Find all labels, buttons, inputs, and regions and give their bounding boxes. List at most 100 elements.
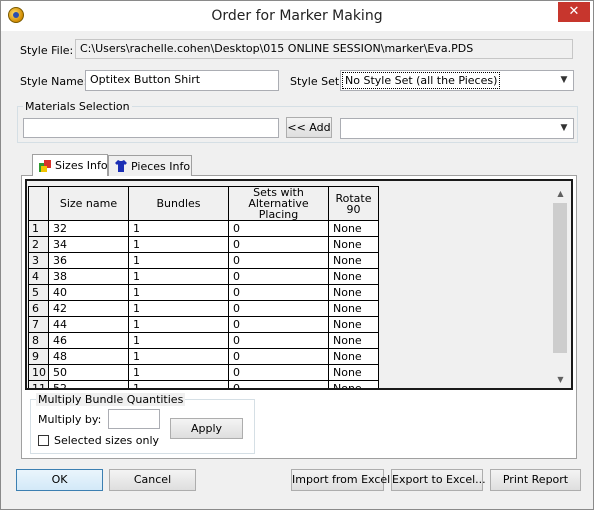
rotate-90-header[interactable]: Rotate 90 <box>328 186 379 221</box>
rotate-90-cell[interactable]: None <box>328 284 379 301</box>
size-name-cell[interactable]: 46 <box>48 332 129 349</box>
sets-alternative-placing-cell[interactable]: 0 <box>228 236 329 253</box>
close-button[interactable]: ✕ <box>558 2 590 22</box>
bundles-cell[interactable]: 1 <box>128 268 229 285</box>
materials-select[interactable]: ▼ <box>340 118 574 139</box>
style-set-label: Style Set: <box>290 75 343 88</box>
rotate-90-cell[interactable]: None <box>328 348 379 365</box>
sizes-grid: Size name Bundles Sets with Alternative … <box>28 186 379 388</box>
multiply-by-input[interactable] <box>108 409 160 429</box>
row-number-cell[interactable]: 4 <box>28 268 49 285</box>
tab-pieces-info[interactable]: Pieces Info <box>108 155 192 176</box>
bundles-cell[interactable]: 1 <box>128 284 229 301</box>
row-number-cell[interactable]: 11 <box>28 380 49 388</box>
sets-alternative-placing-cell[interactable]: 0 <box>228 348 329 365</box>
bundles-cell[interactable]: 1 <box>128 252 229 269</box>
rotate-90-cell[interactable]: None <box>328 236 379 253</box>
rotate-90-cell[interactable]: None <box>328 380 379 388</box>
size-name-cell[interactable]: 34 <box>48 236 129 253</box>
ok-button[interactable]: OK <box>16 469 103 491</box>
style-name-label: Style Name: <box>20 75 88 88</box>
bundles-cell[interactable]: 1 <box>128 236 229 253</box>
grid-vertical-scrollbar[interactable]: ▲ ▼ <box>552 186 569 388</box>
bundles-cell[interactable]: 1 <box>128 332 229 349</box>
rotate-90-cell[interactable]: None <box>328 252 379 269</box>
export-to-excel-button[interactable]: Export to Excel... <box>391 469 486 491</box>
rotate-90-cell[interactable]: None <box>328 268 379 285</box>
row-number-cell[interactable]: 1 <box>28 220 49 237</box>
table-row[interactable]: 3 36 1 0 None <box>28 252 379 269</box>
size-name-cell[interactable]: 48 <box>48 348 129 365</box>
scroll-down-icon[interactable]: ▼ <box>552 372 569 388</box>
scroll-up-icon[interactable]: ▲ <box>552 186 569 202</box>
size-name-cell[interactable]: 42 <box>48 300 129 317</box>
table-row[interactable]: 9 48 1 0 None <box>28 348 379 365</box>
style-name-input[interactable]: Optitex Button Shirt <box>85 70 279 91</box>
materials-input[interactable] <box>23 118 279 138</box>
import-from-excel-button[interactable]: Import from Excel <box>291 469 390 491</box>
grid-header-row: Size name Bundles Sets with Alternative … <box>28 186 379 221</box>
bundles-header[interactable]: Bundles <box>128 186 229 221</box>
size-name-cell[interactable]: 40 <box>48 284 129 301</box>
bundles-cell[interactable]: 1 <box>128 348 229 365</box>
row-number-cell[interactable]: 3 <box>28 252 49 269</box>
sets-alternative-placing-cell[interactable]: 0 <box>228 252 329 269</box>
sets-alternative-placing-cell[interactable]: 0 <box>228 220 329 237</box>
scroll-thumb[interactable] <box>553 203 567 353</box>
size-name-cell[interactable]: 52 <box>48 380 129 388</box>
table-row[interactable]: 5 40 1 0 None <box>28 284 379 301</box>
table-row[interactable]: 8 46 1 0 None <box>28 332 379 349</box>
style-set-value: No Style Set (all the Pieces) <box>341 72 501 89</box>
sets-alternative-placing-cell[interactable]: 0 <box>228 380 329 388</box>
rotate-90-cell[interactable]: None <box>328 220 379 237</box>
row-number-cell[interactable]: 2 <box>28 236 49 253</box>
row-number-cell[interactable]: 5 <box>28 284 49 301</box>
bundles-cell[interactable]: 1 <box>128 300 229 317</box>
row-number-cell[interactable]: 9 <box>28 348 49 365</box>
sets-alternative-placing-cell[interactable]: 0 <box>228 284 329 301</box>
style-set-select[interactable]: No Style Set (all the Pieces) ▼ <box>340 70 574 91</box>
rotate-90-cell[interactable]: None <box>328 300 379 317</box>
sets-alternative-placing-cell[interactable]: 0 <box>228 300 329 317</box>
rotate-90-cell[interactable]: None <box>328 316 379 333</box>
sets-alternative-placing-cell[interactable]: 0 <box>228 332 329 349</box>
add-material-button[interactable]: << Add <box>286 117 332 138</box>
style-file-field: C:\Users\rachelle.cohen\Desktop\015 ONLI… <box>75 39 573 59</box>
bundles-cell[interactable]: 1 <box>128 364 229 381</box>
table-row[interactable]: 10 50 1 0 None <box>28 364 379 381</box>
sets-alternative-placing-header[interactable]: Sets with Alternative Placing <box>228 186 329 221</box>
table-row[interactable]: 1 32 1 0 None <box>28 220 379 237</box>
tab-pieces-info-label: Pieces Info <box>131 160 191 173</box>
tab-sizes-info[interactable]: Sizes Info <box>32 154 108 176</box>
rotate-90-cell[interactable]: None <box>328 364 379 381</box>
row-number-cell[interactable]: 10 <box>28 364 49 381</box>
table-row[interactable]: 115210None <box>28 380 379 388</box>
row-number-cell[interactable]: 8 <box>28 332 49 349</box>
sizes-info-icon <box>38 159 51 172</box>
size-name-cell[interactable]: 32 <box>48 220 129 237</box>
sets-alternative-placing-cell[interactable]: 0 <box>228 316 329 333</box>
bundles-cell[interactable]: 1 <box>128 380 229 388</box>
rotate-90-cell[interactable]: None <box>328 332 379 349</box>
size-name-cell[interactable]: 44 <box>48 316 129 333</box>
bundles-cell[interactable]: 1 <box>128 220 229 237</box>
size-name-header[interactable]: Size name <box>48 186 129 221</box>
bundles-cell[interactable]: 1 <box>128 316 229 333</box>
table-row[interactable]: 7 44 1 0 None <box>28 316 379 333</box>
size-name-cell[interactable]: 50 <box>48 364 129 381</box>
row-number-cell[interactable]: 7 <box>28 316 49 333</box>
size-name-cell[interactable]: 36 <box>48 252 129 269</box>
sets-alternative-placing-cell[interactable]: 0 <box>228 364 329 381</box>
apply-button[interactable]: Apply <box>170 418 243 439</box>
table-row[interactable]: 2 34 1 0 None <box>28 236 379 253</box>
table-row[interactable]: 4 38 1 0 None <box>28 268 379 285</box>
sets-alternative-placing-cell[interactable]: 0 <box>228 268 329 285</box>
size-name-cell[interactable]: 38 <box>48 268 129 285</box>
row-number-cell[interactable]: 6 <box>28 300 49 317</box>
print-report-button[interactable]: Print Report <box>490 469 581 491</box>
cancel-button[interactable]: Cancel <box>109 469 196 491</box>
table-row[interactable]: 6 42 1 0 None <box>28 300 379 317</box>
materials-select-value <box>343 121 347 123</box>
sizes-table: Size name Bundles Sets with Alternative … <box>28 186 379 388</box>
selected-sizes-only-checkbox[interactable] <box>38 435 49 446</box>
